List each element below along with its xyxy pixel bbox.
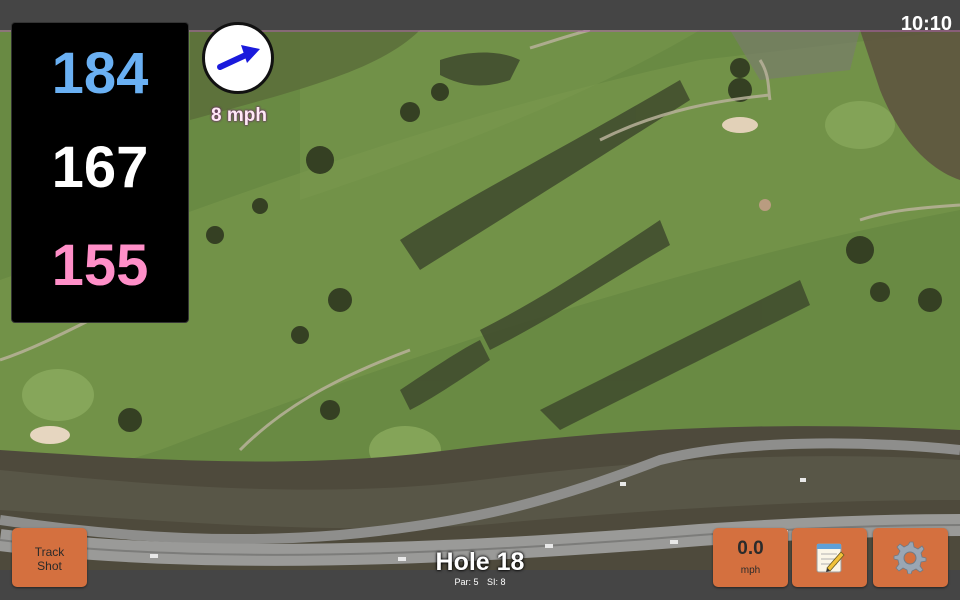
wind-speed: 8 mph bbox=[211, 105, 267, 126]
hole-title: Hole 18 bbox=[435, 548, 525, 576]
track-shot-label-line1: Track bbox=[34, 545, 65, 559]
speed-unit: mph bbox=[740, 565, 761, 576]
notepad-icon bbox=[816, 543, 845, 573]
notes-button[interactable] bbox=[792, 528, 867, 587]
track-shot-label-line2: Shot bbox=[37, 559, 62, 573]
hole-par: Par: 5 bbox=[454, 577, 479, 587]
wind-arrow-icon bbox=[217, 45, 260, 70]
middle-distance: 167 bbox=[51, 135, 149, 200]
back-distance: 184 bbox=[51, 41, 149, 106]
track-shot-button[interactable]: Track Shot bbox=[12, 528, 87, 587]
gear-icon bbox=[893, 541, 927, 574]
wind-dial bbox=[202, 22, 274, 94]
distance-panel: 184 167 155 bbox=[11, 22, 189, 323]
speed-value: 0.0 bbox=[737, 538, 764, 559]
settings-button[interactable] bbox=[873, 528, 948, 587]
hole-subinfo: Par: 5 SI: 8 bbox=[380, 578, 580, 587]
speed-button[interactable]: 0.0 mph bbox=[713, 528, 788, 587]
app-root: 10:10 184 167 155 8 mph Track Shot Hole … bbox=[0, 0, 960, 600]
front-distance: 155 bbox=[51, 233, 149, 298]
hole-stroke-index: SI: 8 bbox=[487, 577, 506, 587]
